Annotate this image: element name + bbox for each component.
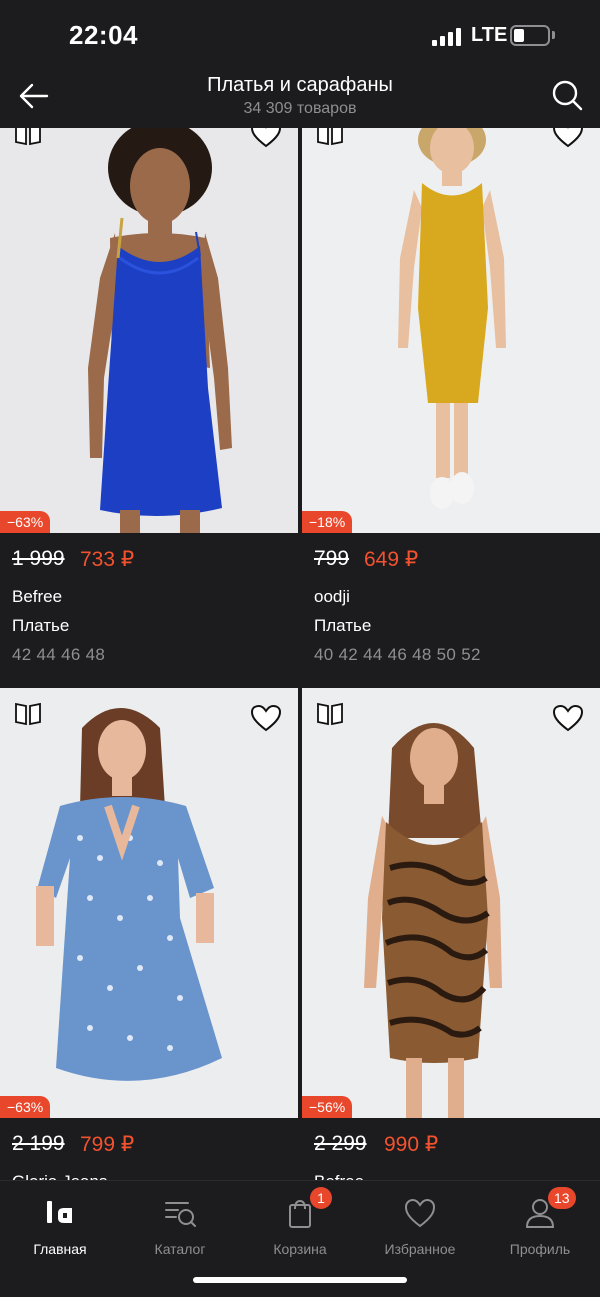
product-photo[interactable]: [0, 688, 298, 1118]
search-button[interactable]: [548, 76, 588, 116]
product-info[interactable]: 799 649 ₽ oodji Платье 40 42 44 46 48 50…: [302, 533, 600, 688]
product-info[interactable]: 2 299 990 ₽ Befree: [302, 1118, 600, 1180]
tab-label: Избранное: [384, 1241, 456, 1257]
product-photo[interactable]: [302, 688, 600, 1118]
tab-label: Главная: [33, 1241, 87, 1257]
tab-label: Профиль: [509, 1241, 571, 1257]
profile-badge: 13: [548, 1187, 576, 1209]
product-info[interactable]: 1 999 733 ₽ Befree Платье 42 44 46 48: [0, 533, 298, 688]
brand-name: Befree: [12, 587, 63, 606]
network-label: LTE: [471, 24, 508, 46]
product-card[interactable]: −63% 2 199 799 ₽ Gloria Jeans: [0, 688, 298, 1180]
discount-badge: −63%: [0, 511, 51, 533]
heart-icon[interactable]: [250, 704, 282, 732]
tab-home[interactable]: Главная: [0, 1189, 120, 1259]
header: Платья и сарафаны 34 309 товаров: [0, 70, 600, 128]
cart-badge: 1: [310, 1187, 332, 1209]
old-price: 2 299: [314, 1132, 367, 1155]
tab-favorites[interactable]: Избранное: [360, 1189, 480, 1259]
new-price: 799 ₽: [80, 1133, 135, 1156]
product-photo[interactable]: [0, 128, 298, 533]
tab-catalog[interactable]: Каталог: [120, 1189, 240, 1259]
old-price: 799: [314, 547, 350, 570]
product-card[interactable]: −63% 1 999 733 ₽ Befree Платье 42 44 46 …: [0, 128, 298, 688]
battery-level: [514, 29, 524, 42]
tab-label: Каталог: [154, 1241, 206, 1257]
new-price: 990 ₽: [384, 1133, 439, 1156]
discount-badge: −63%: [0, 1096, 51, 1118]
heart-icon[interactable]: [552, 704, 584, 732]
old-price: 2 199: [12, 1132, 65, 1155]
compare-icon[interactable]: [316, 128, 344, 146]
home-indicator[interactable]: [193, 1277, 407, 1283]
product-type: Платье: [314, 616, 372, 635]
new-price: 733 ₽: [80, 548, 135, 571]
new-price: 649 ₽: [364, 548, 419, 571]
product-grid: −63% 1 999 733 ₽ Befree Платье 42 44 46 …: [0, 128, 600, 1180]
lamoda-logo-icon: [47, 1201, 72, 1223]
product-card[interactable]: −56% 2 299 990 ₽ Befree: [302, 688, 600, 1180]
compare-icon[interactable]: [14, 702, 42, 726]
compare-icon[interactable]: [316, 702, 344, 726]
product-type: Платье: [12, 616, 70, 635]
catalog-search-icon: [165, 1202, 196, 1227]
product-card[interactable]: −18% 799 649 ₽ oodji Платье 40 42 44 46 …: [302, 128, 600, 688]
heart-icon: [404, 1198, 436, 1228]
compare-icon[interactable]: [14, 128, 42, 146]
brand-name: Befree: [314, 1172, 364, 1180]
page-title: Платья и сарафаны: [207, 74, 393, 96]
tab-label: Корзина: [273, 1241, 327, 1257]
brand-name: oodji: [314, 587, 350, 606]
signal-icon: [432, 28, 464, 46]
tab-profile[interactable]: 13 Профиль: [480, 1187, 600, 1259]
search-icon: [552, 80, 583, 111]
product-info[interactable]: 2 199 799 ₽ Gloria Jeans: [0, 1118, 298, 1180]
status-time: 22:04: [69, 20, 138, 50]
tab-cart[interactable]: 1 Корзина: [240, 1187, 360, 1259]
old-price: 1 999: [12, 547, 65, 570]
size-list: 40 42 44 46 48 50 52: [314, 645, 481, 664]
heart-icon[interactable]: [250, 128, 282, 148]
size-list: 42 44 46 48: [12, 645, 106, 664]
brand-name: Gloria Jeans: [12, 1172, 107, 1180]
heart-icon[interactable]: [552, 128, 584, 148]
discount-badge: −18%: [302, 511, 353, 533]
product-photo[interactable]: [302, 128, 600, 533]
discount-badge: −56%: [302, 1096, 353, 1118]
product-count: 34 309 товаров: [243, 100, 357, 117]
battery-icon: [510, 25, 550, 46]
status-bar: 22:04 LTE: [0, 0, 600, 70]
